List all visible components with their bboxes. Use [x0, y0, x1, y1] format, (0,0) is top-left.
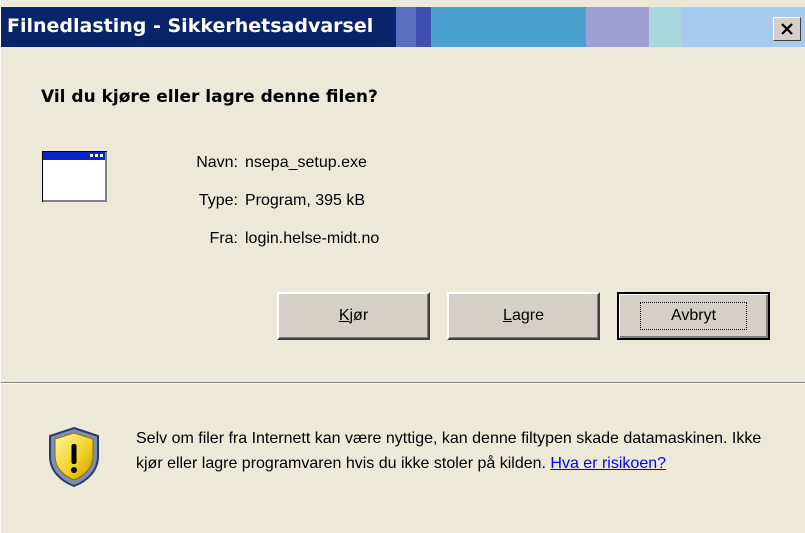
file-source-label: Fra:: [209, 230, 238, 247]
run-button[interactable]: Kjør: [277, 292, 430, 340]
separator-highlight: [1, 383, 805, 384]
file-source-value: login.helse-midt.no: [245, 230, 380, 247]
close-icon: [780, 23, 794, 35]
dialog-question: Vil du kjøre eller lagre denne filen?: [41, 87, 378, 107]
file-name-value: nsepa_setup.exe: [245, 154, 367, 171]
save-button[interactable]: Lagre: [447, 292, 600, 340]
risk-info-link[interactable]: Hva er risikoen?: [550, 455, 666, 472]
security-warning-message: Selv om filer fra Internett kan være nyt…: [136, 426, 776, 476]
warning-text: Selv om filer fra Internett kan være nyt…: [136, 430, 762, 472]
cancel-button[interactable]: Avbryt: [617, 292, 770, 340]
file-name-label: Navn:: [196, 154, 238, 171]
file-type-label: Type:: [198, 192, 238, 209]
window-title: Filnedlasting - Sikkerhetsadvarsel: [7, 15, 374, 37]
run-button-label: Kjør: [338, 307, 369, 324]
close-button[interactable]: [773, 17, 801, 41]
file-download-dialog: Filnedlasting - Sikkerhetsadvarsel Vil d…: [0, 0, 805, 533]
save-button-label: Lagre: [503, 307, 544, 324]
title-bar[interactable]: Filnedlasting - Sikkerhetsadvarsel: [1, 7, 805, 47]
file-type-value: Program, 395 kB: [245, 192, 366, 209]
security-shield-warning-icon: [45, 426, 103, 488]
cancel-button-label: Avbryt: [639, 302, 748, 330]
